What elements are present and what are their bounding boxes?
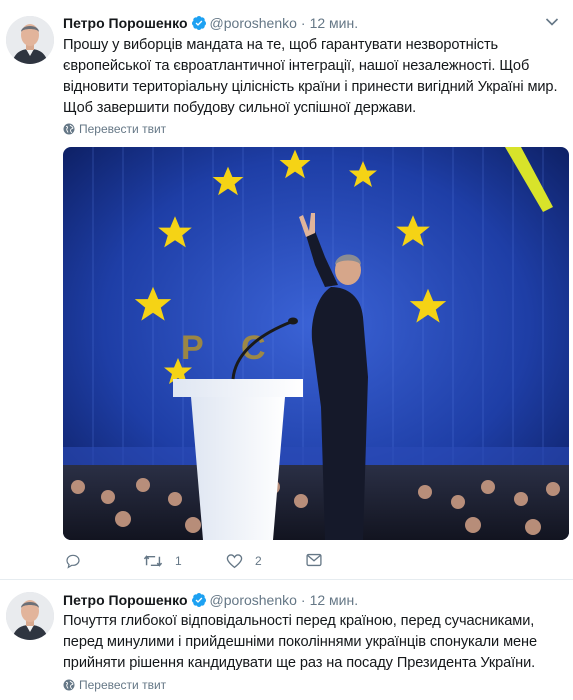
reply-button[interactable] (65, 553, 81, 569)
svg-text:P: P (181, 329, 204, 367)
author-name[interactable]: Петро Порошенко (63, 592, 188, 608)
author-handle[interactable]: @poroshenko (210, 15, 297, 31)
translate-tweet-label: Перевести твит (79, 678, 167, 692)
direct-message-button[interactable] (306, 553, 322, 567)
globe-icon (63, 679, 75, 691)
like-icon (226, 554, 243, 569)
tweet-media-image[interactable]: PC (63, 147, 569, 540)
translate-tweet-link[interactable]: Перевести твит (63, 122, 166, 136)
direct-message-icon (306, 553, 322, 567)
translate-tweet-label: Перевести твит (79, 122, 167, 136)
like-count: 2 (255, 554, 262, 568)
avatar-photo-icon (6, 16, 54, 64)
avatar[interactable] (6, 592, 54, 640)
retweet-icon (143, 555, 163, 567)
reply-icon (66, 554, 80, 569)
globe-icon (63, 123, 75, 135)
tweet-header: Петро Порошенко @poroshenko · 12 мин. (63, 13, 358, 33)
verified-badge-icon (191, 16, 206, 30)
translate-tweet-link[interactable]: Перевести твит (63, 678, 166, 692)
tweet-timestamp[interactable]: 12 мин. (310, 592, 359, 608)
retweet-count: 1 (175, 554, 182, 568)
tweet-header: Петро Порошенко @poroshenko · 12 мин. (63, 590, 358, 610)
avatar[interactable] (6, 16, 54, 64)
author-handle[interactable]: @poroshenko (210, 592, 297, 608)
tweet-text: Прошу у виборців мандата на те, щоб гара… (63, 37, 558, 116)
separator-dot: · (300, 15, 306, 31)
stage-photo: PC (63, 147, 569, 540)
tweet-actions: 1 2 (63, 553, 363, 573)
tweet-text: Почуття глибокої відповідальності перед … (63, 613, 537, 671)
tweet[interactable]: Петро Порошенко @poroshenko · 12 мин. Пр… (0, 0, 573, 580)
avatar-photo-icon (6, 592, 54, 640)
retweet-button[interactable]: 1 (143, 553, 182, 569)
svg-text:C: C (241, 329, 266, 367)
chevron-down-icon[interactable] (545, 17, 559, 27)
separator-dot: · (300, 592, 306, 608)
author-name[interactable]: Петро Порошенко (63, 15, 188, 31)
like-button[interactable]: 2 (226, 553, 262, 569)
tweet-timestamp[interactable]: 12 мин. (310, 15, 359, 31)
verified-badge-icon (191, 593, 206, 607)
